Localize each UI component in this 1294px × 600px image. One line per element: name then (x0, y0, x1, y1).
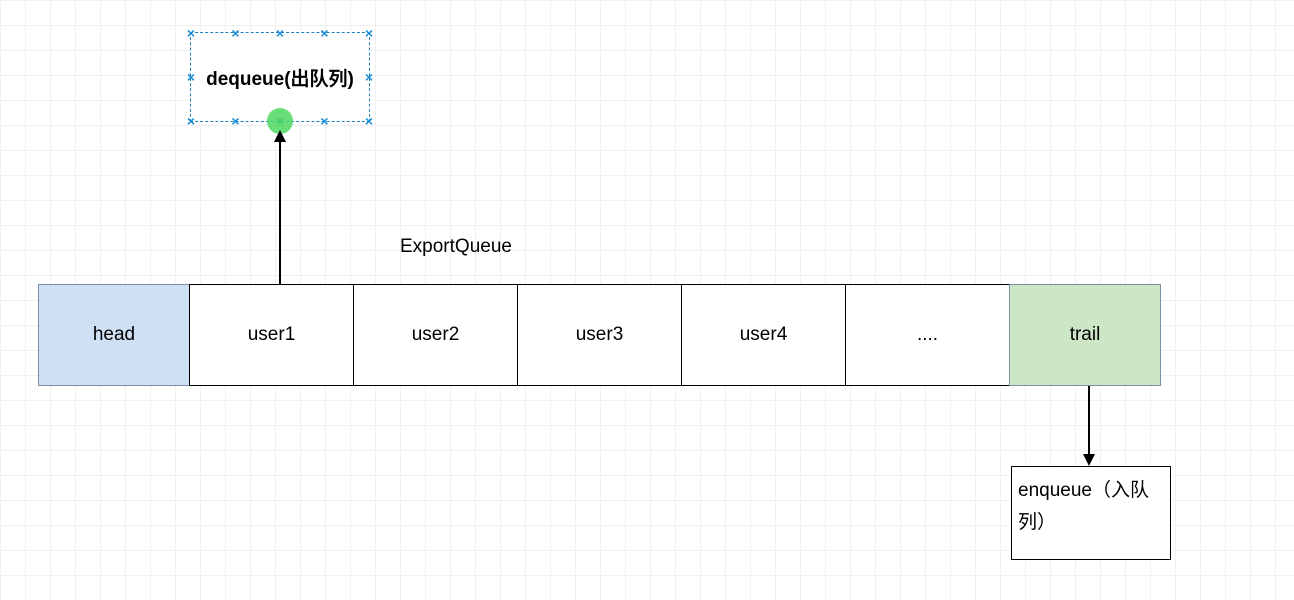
queue-cell[interactable]: user1 (189, 284, 354, 386)
queue-cell[interactable]: .... (845, 284, 1010, 386)
selection-handle: × (363, 27, 375, 39)
selection-handle: × (363, 71, 375, 83)
queue-row: head user1 user2 user3 user4 .... trail (38, 284, 1161, 386)
selection-handle: × (230, 115, 242, 127)
queue-trail-cell[interactable]: trail (1009, 284, 1161, 386)
queue-head-label: head (93, 324, 135, 346)
queue-cell-label: user1 (248, 324, 296, 346)
selection-handle: × (319, 27, 331, 39)
queue-title: ExportQueue (400, 236, 512, 258)
selection-handle: × (363, 115, 375, 127)
enqueue-label: enqueue（入队列） (1018, 475, 1164, 540)
queue-cell[interactable]: user4 (681, 284, 846, 386)
dequeue-box[interactable]: dequeue(出队列) × × × × × × × × × × × × (190, 32, 370, 122)
arrow-enqueue-head (1083, 454, 1095, 466)
selection-handle: × (185, 71, 197, 83)
queue-cell-label: user3 (576, 324, 624, 346)
arrow-enqueue-line (1088, 386, 1090, 456)
selection-handle: × (185, 115, 197, 127)
dequeue-label: dequeue(出队列) (206, 64, 354, 91)
queue-head-cell[interactable]: head (38, 284, 190, 386)
queue-cell-label: user4 (740, 324, 788, 346)
selection-handle: × (230, 27, 242, 39)
arrow-dequeue-line (279, 140, 281, 284)
selection-handle: × (274, 27, 286, 39)
selection-handle: × (185, 27, 197, 39)
queue-cell-label: .... (917, 324, 938, 346)
queue-cell[interactable]: user2 (353, 284, 518, 386)
enqueue-box[interactable]: enqueue（入队列） (1011, 466, 1171, 560)
selection-handle: × (319, 115, 331, 127)
queue-cell[interactable]: user3 (517, 284, 682, 386)
queue-trail-label: trail (1070, 324, 1101, 346)
arrow-dequeue-head (274, 130, 286, 142)
queue-cell-label: user2 (412, 324, 460, 346)
